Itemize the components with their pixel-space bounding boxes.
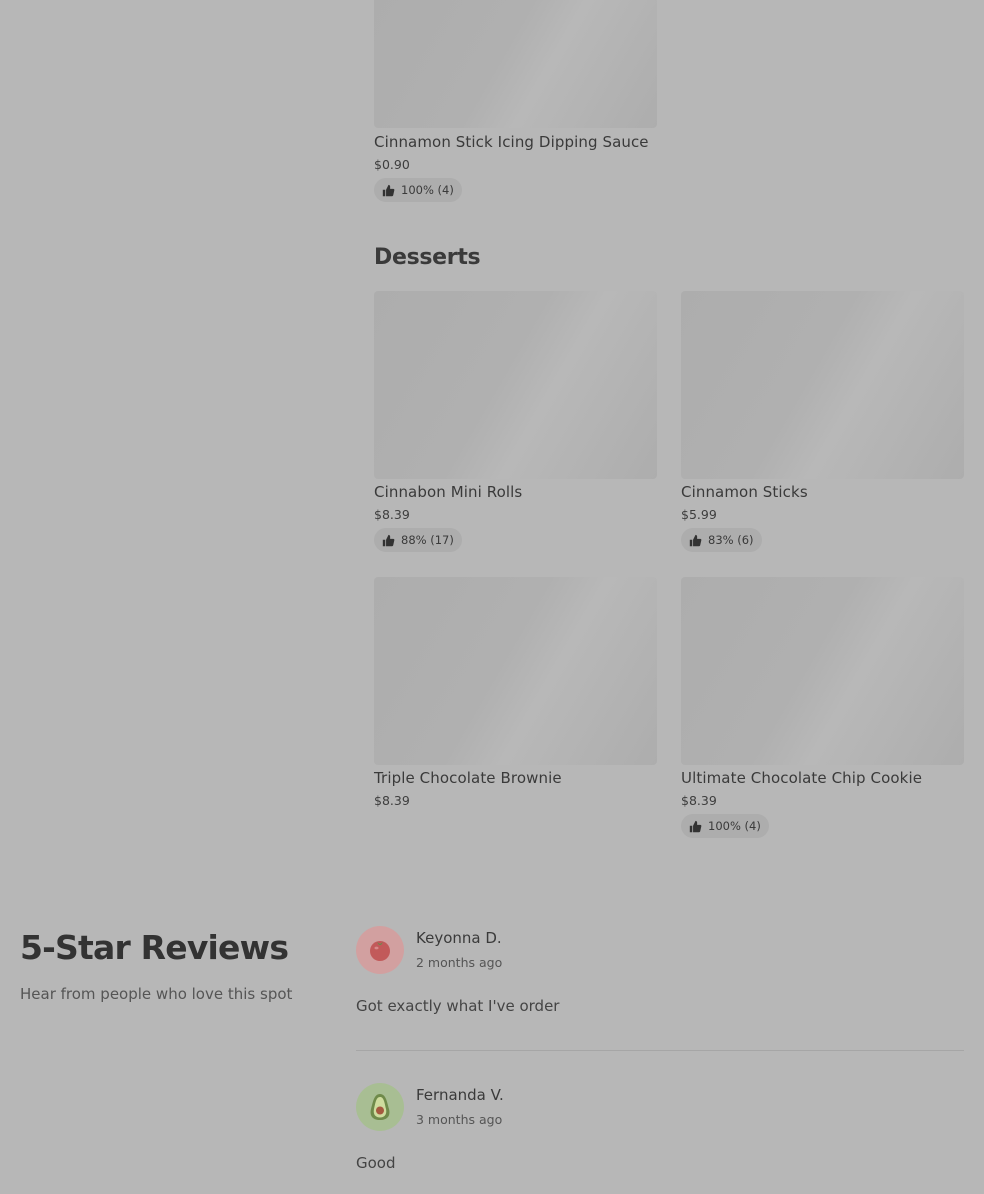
review-text: Good xyxy=(356,1154,396,1172)
tomato-icon xyxy=(370,941,390,961)
item-image[interactable] xyxy=(681,577,964,765)
item-price: $8.39 xyxy=(681,793,717,808)
rating-text: 88% (17) xyxy=(401,533,454,547)
review-text: Got exactly what I've order xyxy=(356,997,560,1015)
rating-badge: 100% (4) xyxy=(374,178,462,202)
thumbs-up-icon xyxy=(689,534,702,546)
thumbs-up-icon xyxy=(382,184,395,196)
review-time: 3 months ago xyxy=(416,1112,503,1127)
item-name[interactable]: Triple Chocolate Brownie xyxy=(374,769,562,787)
item-image[interactable] xyxy=(374,577,657,765)
item-name[interactable]: Cinnamon Sticks xyxy=(681,483,808,501)
thumbs-up-icon xyxy=(382,534,395,546)
rating-text: 83% (6) xyxy=(708,533,754,547)
item-name[interactable]: Cinnabon Mini Rolls xyxy=(374,483,522,501)
avatar xyxy=(356,1083,404,1131)
item-price: $8.39 xyxy=(374,507,410,522)
thumbs-up-icon xyxy=(689,820,702,832)
item-price: $8.39 xyxy=(374,793,410,808)
section-title-desserts: Desserts xyxy=(374,245,481,270)
rating-badge: 83% (6) xyxy=(681,528,762,552)
rating-badge: 88% (17) xyxy=(374,528,462,552)
avatar xyxy=(356,926,404,974)
item-name[interactable]: Ultimate Chocolate Chip Cookie xyxy=(681,769,922,787)
rating-text: 100% (4) xyxy=(708,819,761,833)
item-price: $5.99 xyxy=(681,507,717,522)
reviews-title: 5-Star Reviews xyxy=(20,928,289,967)
reviews-subtitle: Hear from people who love this spot xyxy=(20,985,293,1003)
avocado-icon xyxy=(370,1094,390,1120)
rating-text: 100% (4) xyxy=(401,183,454,197)
item-image[interactable] xyxy=(374,0,657,128)
item-price: $0.90 xyxy=(374,157,410,172)
item-name[interactable]: Cinnamon Stick Icing Dipping Sauce xyxy=(374,133,649,151)
reviewer-name: Fernanda V. xyxy=(416,1086,504,1104)
rating-badge: 100% (4) xyxy=(681,814,769,838)
reviewer-name: Keyonna D. xyxy=(416,929,502,947)
item-image[interactable] xyxy=(374,291,657,479)
review-divider xyxy=(356,1050,964,1051)
item-image[interactable] xyxy=(681,291,964,479)
review-time: 2 months ago xyxy=(416,955,503,970)
